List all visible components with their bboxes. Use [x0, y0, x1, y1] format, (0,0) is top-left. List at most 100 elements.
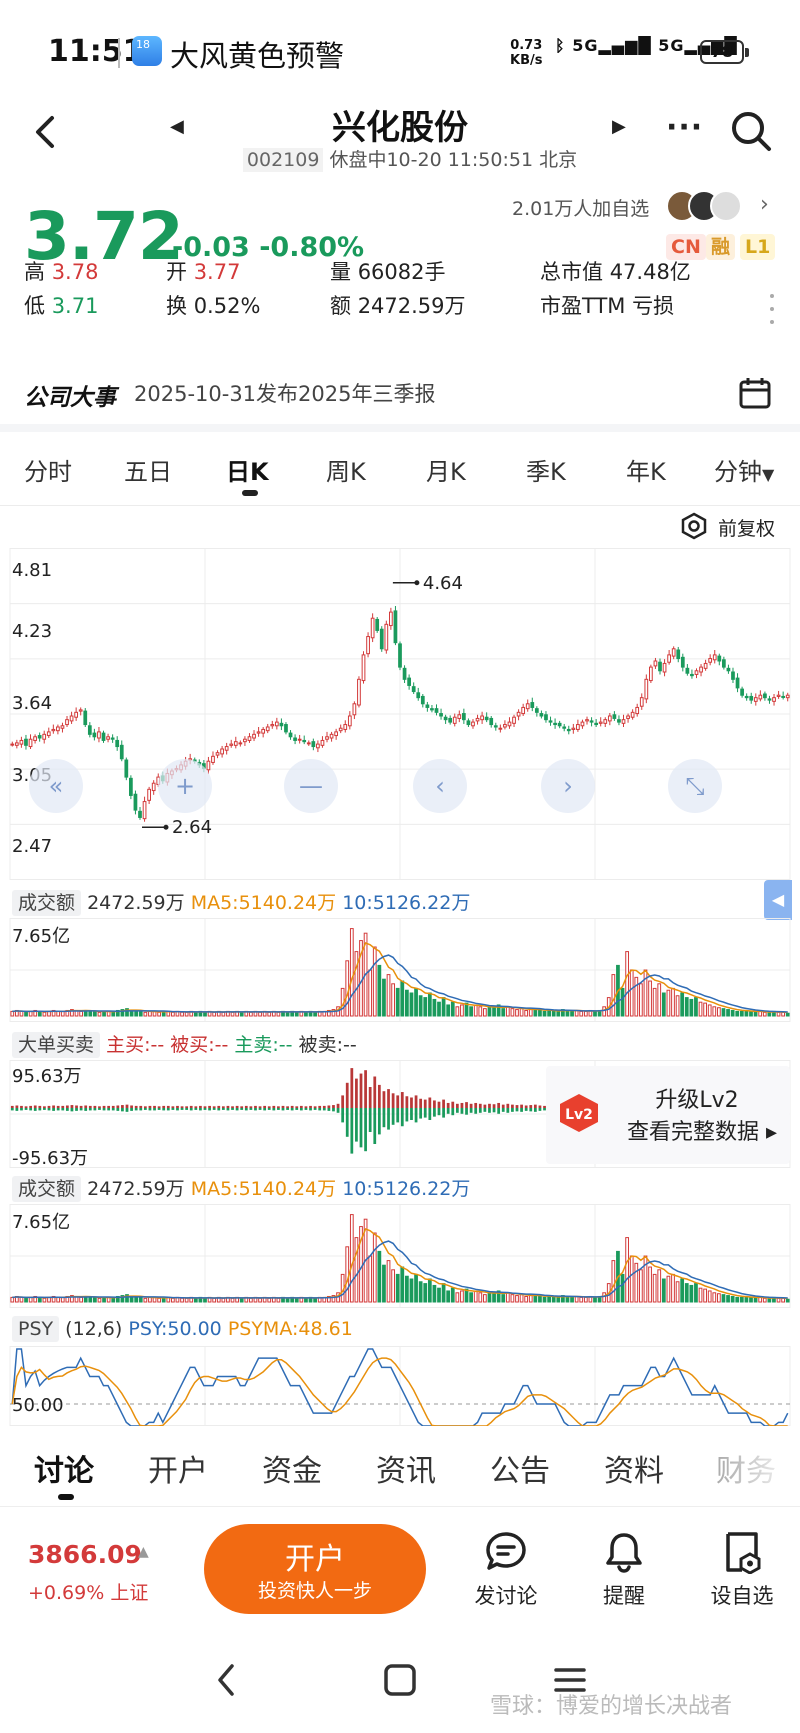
- volume-bar: [382, 1264, 386, 1303]
- sell-bar: [460, 1108, 464, 1114]
- tab-news[interactable]: 资讯: [376, 1446, 436, 1490]
- tab-yearly-k[interactable]: 年K: [626, 452, 666, 487]
- nav-back-icon[interactable]: [212, 1660, 242, 1700]
- sell-bar: [65, 1108, 69, 1111]
- buy-bar: [121, 1105, 124, 1108]
- index-value[interactable]: 3866.09: [28, 1540, 142, 1569]
- candle-body: [507, 721, 512, 727]
- stat-value: 亏损: [632, 294, 675, 318]
- search-icon[interactable]: [728, 108, 774, 154]
- tab-monthly-k[interactable]: 月K: [426, 452, 466, 487]
- buy-bar: [93, 1105, 97, 1108]
- tab-daily-k[interactable]: 日K: [226, 452, 269, 487]
- volume-bar: [583, 1296, 588, 1303]
- buy-bar: [15, 1105, 19, 1108]
- prev-stock-icon[interactable]: ◀: [170, 116, 184, 137]
- add-watchlist-icon[interactable]: [720, 1530, 764, 1574]
- tab-minute[interactable]: 分钟▼: [714, 452, 774, 487]
- more-icon[interactable]: ···: [666, 110, 703, 145]
- tab-weekly-k[interactable]: 周K: [326, 452, 366, 487]
- next-stock-icon[interactable]: ▶: [612, 116, 626, 137]
- turnover-chart[interactable]: 7.65亿: [0, 918, 800, 1022]
- buy-bar: [318, 1105, 322, 1108]
- event-text[interactable]: 2025-10-31发布2025年三季报: [134, 378, 436, 408]
- indicator-name[interactable]: 大单买卖: [12, 1032, 101, 1058]
- collapse-panel-button[interactable]: ◀: [764, 880, 792, 920]
- volume-bar: [267, 1011, 272, 1017]
- watchers-count[interactable]: 2.01万人加自选: [512, 194, 649, 221]
- candle-body: [785, 694, 790, 699]
- sell-bar: [148, 1108, 152, 1111]
- tab-discussion[interactable]: 讨论: [34, 1446, 94, 1490]
- volume-bar: [97, 1011, 102, 1017]
- volume-bar: [620, 1273, 625, 1303]
- speed-unit: KB/s: [510, 53, 543, 68]
- volume-bar: [10, 1296, 15, 1303]
- volume-bar: [749, 1296, 753, 1303]
- bell-icon[interactable]: [602, 1530, 646, 1574]
- y-max-label: 7.65亿: [12, 1212, 70, 1233]
- volume-bar: [657, 1269, 662, 1303]
- volume-bar: [473, 1290, 478, 1303]
- psy-chart[interactable]: 50.00: [0, 1346, 800, 1426]
- add-watchlist-label[interactable]: 设自选: [687, 1580, 797, 1610]
- candle-body: [352, 703, 357, 716]
- candle-body: [357, 678, 361, 706]
- candle-body: [83, 710, 88, 726]
- volume-bar: [386, 1260, 391, 1303]
- candle-body: [256, 731, 261, 734]
- tab-capital[interactable]: 资金: [262, 1446, 322, 1490]
- sell-bar: [373, 1108, 377, 1144]
- tab-five-day[interactable]: 五日: [124, 452, 172, 487]
- volume-bar: [666, 989, 671, 1017]
- chevron-right-icon[interactable]: ›: [760, 192, 769, 217]
- post-discussion-label[interactable]: 发讨论: [451, 1580, 561, 1610]
- stat-label: 开: [166, 260, 187, 284]
- stat-value: 0.52%: [193, 294, 261, 318]
- index-change[interactable]: +0.69% 上证: [28, 1578, 148, 1605]
- candle-body: [576, 724, 580, 730]
- candle-body: [74, 711, 79, 718]
- more-stats-icon[interactable]: [770, 294, 776, 333]
- calendar-icon[interactable]: [738, 376, 772, 410]
- reminder-label[interactable]: 提醒: [569, 1580, 679, 1610]
- volume-bar: [515, 1009, 519, 1017]
- volume-bar: [753, 1011, 758, 1017]
- tab-announcements[interactable]: 公告: [490, 1446, 550, 1490]
- buy-bar: [240, 1106, 244, 1108]
- buy-bar: [65, 1105, 69, 1108]
- sell-bar: [61, 1108, 65, 1111]
- candle-body: [434, 708, 439, 713]
- volume-bar: [675, 995, 680, 1017]
- volume-bar: [249, 1011, 253, 1017]
- tab-quarterly-k[interactable]: 季K: [526, 452, 566, 487]
- adjust-mode[interactable]: 前复权: [718, 514, 775, 541]
- tab-open-account[interactable]: 开户: [148, 1446, 208, 1490]
- candle-body: [78, 709, 83, 712]
- active-tab-indicator: [58, 1494, 74, 1500]
- volume-bar: [441, 1283, 446, 1303]
- candle-body: [124, 759, 129, 778]
- back-arrow-icon[interactable]: [22, 108, 70, 156]
- indicator-name[interactable]: 成交额: [12, 890, 82, 916]
- sell-bar: [405, 1108, 409, 1122]
- chat-icon[interactable]: [484, 1530, 528, 1574]
- buy-bar: [226, 1105, 230, 1108]
- candle-body: [680, 656, 685, 668]
- indicator-name[interactable]: 成交额: [12, 1176, 82, 1202]
- turnover-chart-2[interactable]: 7.65亿: [0, 1204, 800, 1308]
- kline-chart[interactable]: 4.814.233.643.052.474.642.64«+—‹›⤡: [0, 548, 800, 880]
- volume-bar: [405, 1275, 409, 1303]
- settings-hex-icon[interactable]: [680, 512, 708, 540]
- candle-body: [776, 694, 781, 697]
- tab-profile[interactable]: 资料: [604, 1446, 664, 1490]
- sell-bar: [281, 1108, 285, 1111]
- indicator-name[interactable]: PSY: [12, 1316, 60, 1342]
- tab-intraday[interactable]: 分时: [24, 452, 72, 487]
- lv2-link[interactable]: 查看完整数据 ▸: [612, 1114, 792, 1146]
- annotation-label: 4.64: [423, 573, 463, 594]
- nav-home-icon[interactable]: [380, 1660, 420, 1700]
- sell-bar: [79, 1108, 83, 1111]
- buy-bar: [437, 1101, 441, 1108]
- candle-body: [721, 659, 726, 668]
